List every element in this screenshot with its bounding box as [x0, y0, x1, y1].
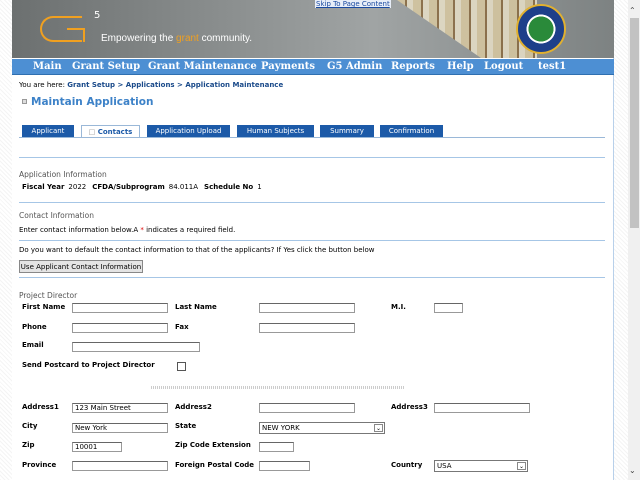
main-nav: Main Grant Setup Grant Maintenance Payme… — [12, 59, 614, 75]
nav-user[interactable]: test1 — [538, 61, 566, 72]
zip-ext-label: Zip Code Extension — [175, 441, 251, 449]
nav-logout[interactable]: Logout — [484, 61, 523, 72]
phone-label: Phone — [22, 323, 47, 331]
tagline: Empowering the grant community. — [101, 33, 253, 44]
contact-info-heading: Contact Information — [19, 211, 94, 220]
contact-instructions: Enter contact information below.A * indi… — [19, 226, 236, 234]
country-select[interactable]: USA ⌄ — [434, 460, 528, 472]
state-label: State — [175, 422, 197, 430]
nav-grant-maintenance[interactable]: Grant Maintenance — [148, 61, 257, 72]
tab-summary[interactable]: Summary — [320, 125, 374, 137]
scroll-down-icon[interactable]: ⌄ — [629, 466, 636, 475]
divider — [19, 277, 605, 278]
address2-input[interactable] — [259, 403, 355, 413]
phone-input[interactable] — [72, 323, 168, 333]
tab-divider — [19, 137, 605, 138]
address1-input[interactable] — [72, 403, 168, 413]
tab-applicant[interactable]: Applicant — [22, 125, 74, 137]
scroll-up-icon[interactable]: ⌃ — [629, 6, 636, 15]
g5-logo-5: 5 — [94, 10, 101, 21]
nav-g5-admin[interactable]: G5 Admin — [327, 61, 382, 72]
address1-label: Address1 — [22, 403, 59, 411]
zip-ext-input[interactable] — [259, 442, 294, 452]
foreign-postal-input[interactable] — [259, 461, 310, 471]
nav-main[interactable]: Main — [33, 61, 62, 72]
fax-label: Fax — [175, 323, 189, 331]
tab-human-subjects[interactable]: Human Subjects — [237, 125, 314, 137]
foreign-postal-label: Foreign Postal Code — [175, 461, 255, 469]
use-applicant-contact-button[interactable]: Use Applicant Contact Information — [19, 260, 143, 273]
breadcrumb-applications[interactable]: Applications — [126, 81, 175, 89]
chevron-down-icon: ⌄ — [517, 462, 526, 470]
nav-grant-setup[interactable]: Grant Setup — [72, 61, 140, 72]
header-banner: 5 Empowering the grant community. — [12, 0, 614, 58]
province-input[interactable] — [72, 461, 168, 471]
application-info-row: Fiscal Year 2022 CFDA/Subprogram 84.011A Sch… — [22, 183, 262, 191]
breadcrumb-grant-setup[interactable]: Grant Setup — [67, 81, 115, 89]
nav-reports[interactable]: Reports — [391, 61, 435, 72]
tab-application-upload[interactable]: Application Upload — [147, 125, 230, 137]
city-label: City — [22, 422, 38, 430]
email-label: Email — [22, 341, 44, 349]
tab-page-icon: □ — [88, 128, 98, 136]
zip-label: Zip — [22, 441, 35, 449]
send-postcard-checkbox[interactable] — [177, 362, 186, 371]
divider — [19, 157, 605, 158]
default-question: Do you want to default the contact infor… — [19, 246, 375, 254]
skip-to-content-link[interactable]: Skip To Page Content — [315, 0, 391, 8]
address2-label: Address2 — [175, 403, 212, 411]
nav-payments[interactable]: Payments — [261, 61, 315, 72]
mi-label: M.I. — [391, 303, 406, 311]
first-name-input[interactable] — [72, 303, 168, 313]
postcard-label: Send Postcard to Project Director — [22, 361, 155, 369]
city-input[interactable] — [72, 423, 168, 433]
last-name-label: Last Name — [175, 303, 217, 311]
breadcrumb-application-maintenance[interactable]: Application Maintenance — [185, 81, 283, 89]
address3-input[interactable] — [434, 403, 530, 413]
project-director-heading: Project Director — [19, 291, 78, 300]
first-name-label: First Name — [22, 303, 66, 311]
chevron-down-icon: ⌄ — [374, 424, 383, 432]
country-label: Country — [391, 461, 423, 469]
divider — [19, 202, 605, 203]
fax-input[interactable] — [259, 323, 355, 333]
page-title: Maintain Application — [31, 96, 154, 108]
breadcrumb: You are here: Grant Setup > Applications… — [19, 81, 284, 89]
scrollbar-thumb[interactable] — [630, 18, 639, 228]
last-name-input[interactable] — [259, 303, 355, 313]
department-seal-icon — [516, 4, 566, 54]
email-input[interactable] — [72, 342, 200, 352]
divider — [19, 240, 605, 241]
address3-label: Address3 — [391, 403, 428, 411]
state-select[interactable]: NEW YORK ⌄ — [259, 422, 385, 434]
dotted-separator — [151, 386, 405, 389]
zip-input[interactable] — [72, 442, 122, 452]
mi-input[interactable] — [434, 303, 463, 313]
province-label: Province — [22, 461, 57, 469]
page-icon — [22, 99, 27, 104]
g5-logo-bar — [67, 28, 85, 42]
nav-help[interactable]: Help — [447, 61, 474, 72]
tab-confirmation[interactable]: Confirmation — [380, 125, 443, 137]
application-info-heading: Application Information — [19, 170, 107, 179]
